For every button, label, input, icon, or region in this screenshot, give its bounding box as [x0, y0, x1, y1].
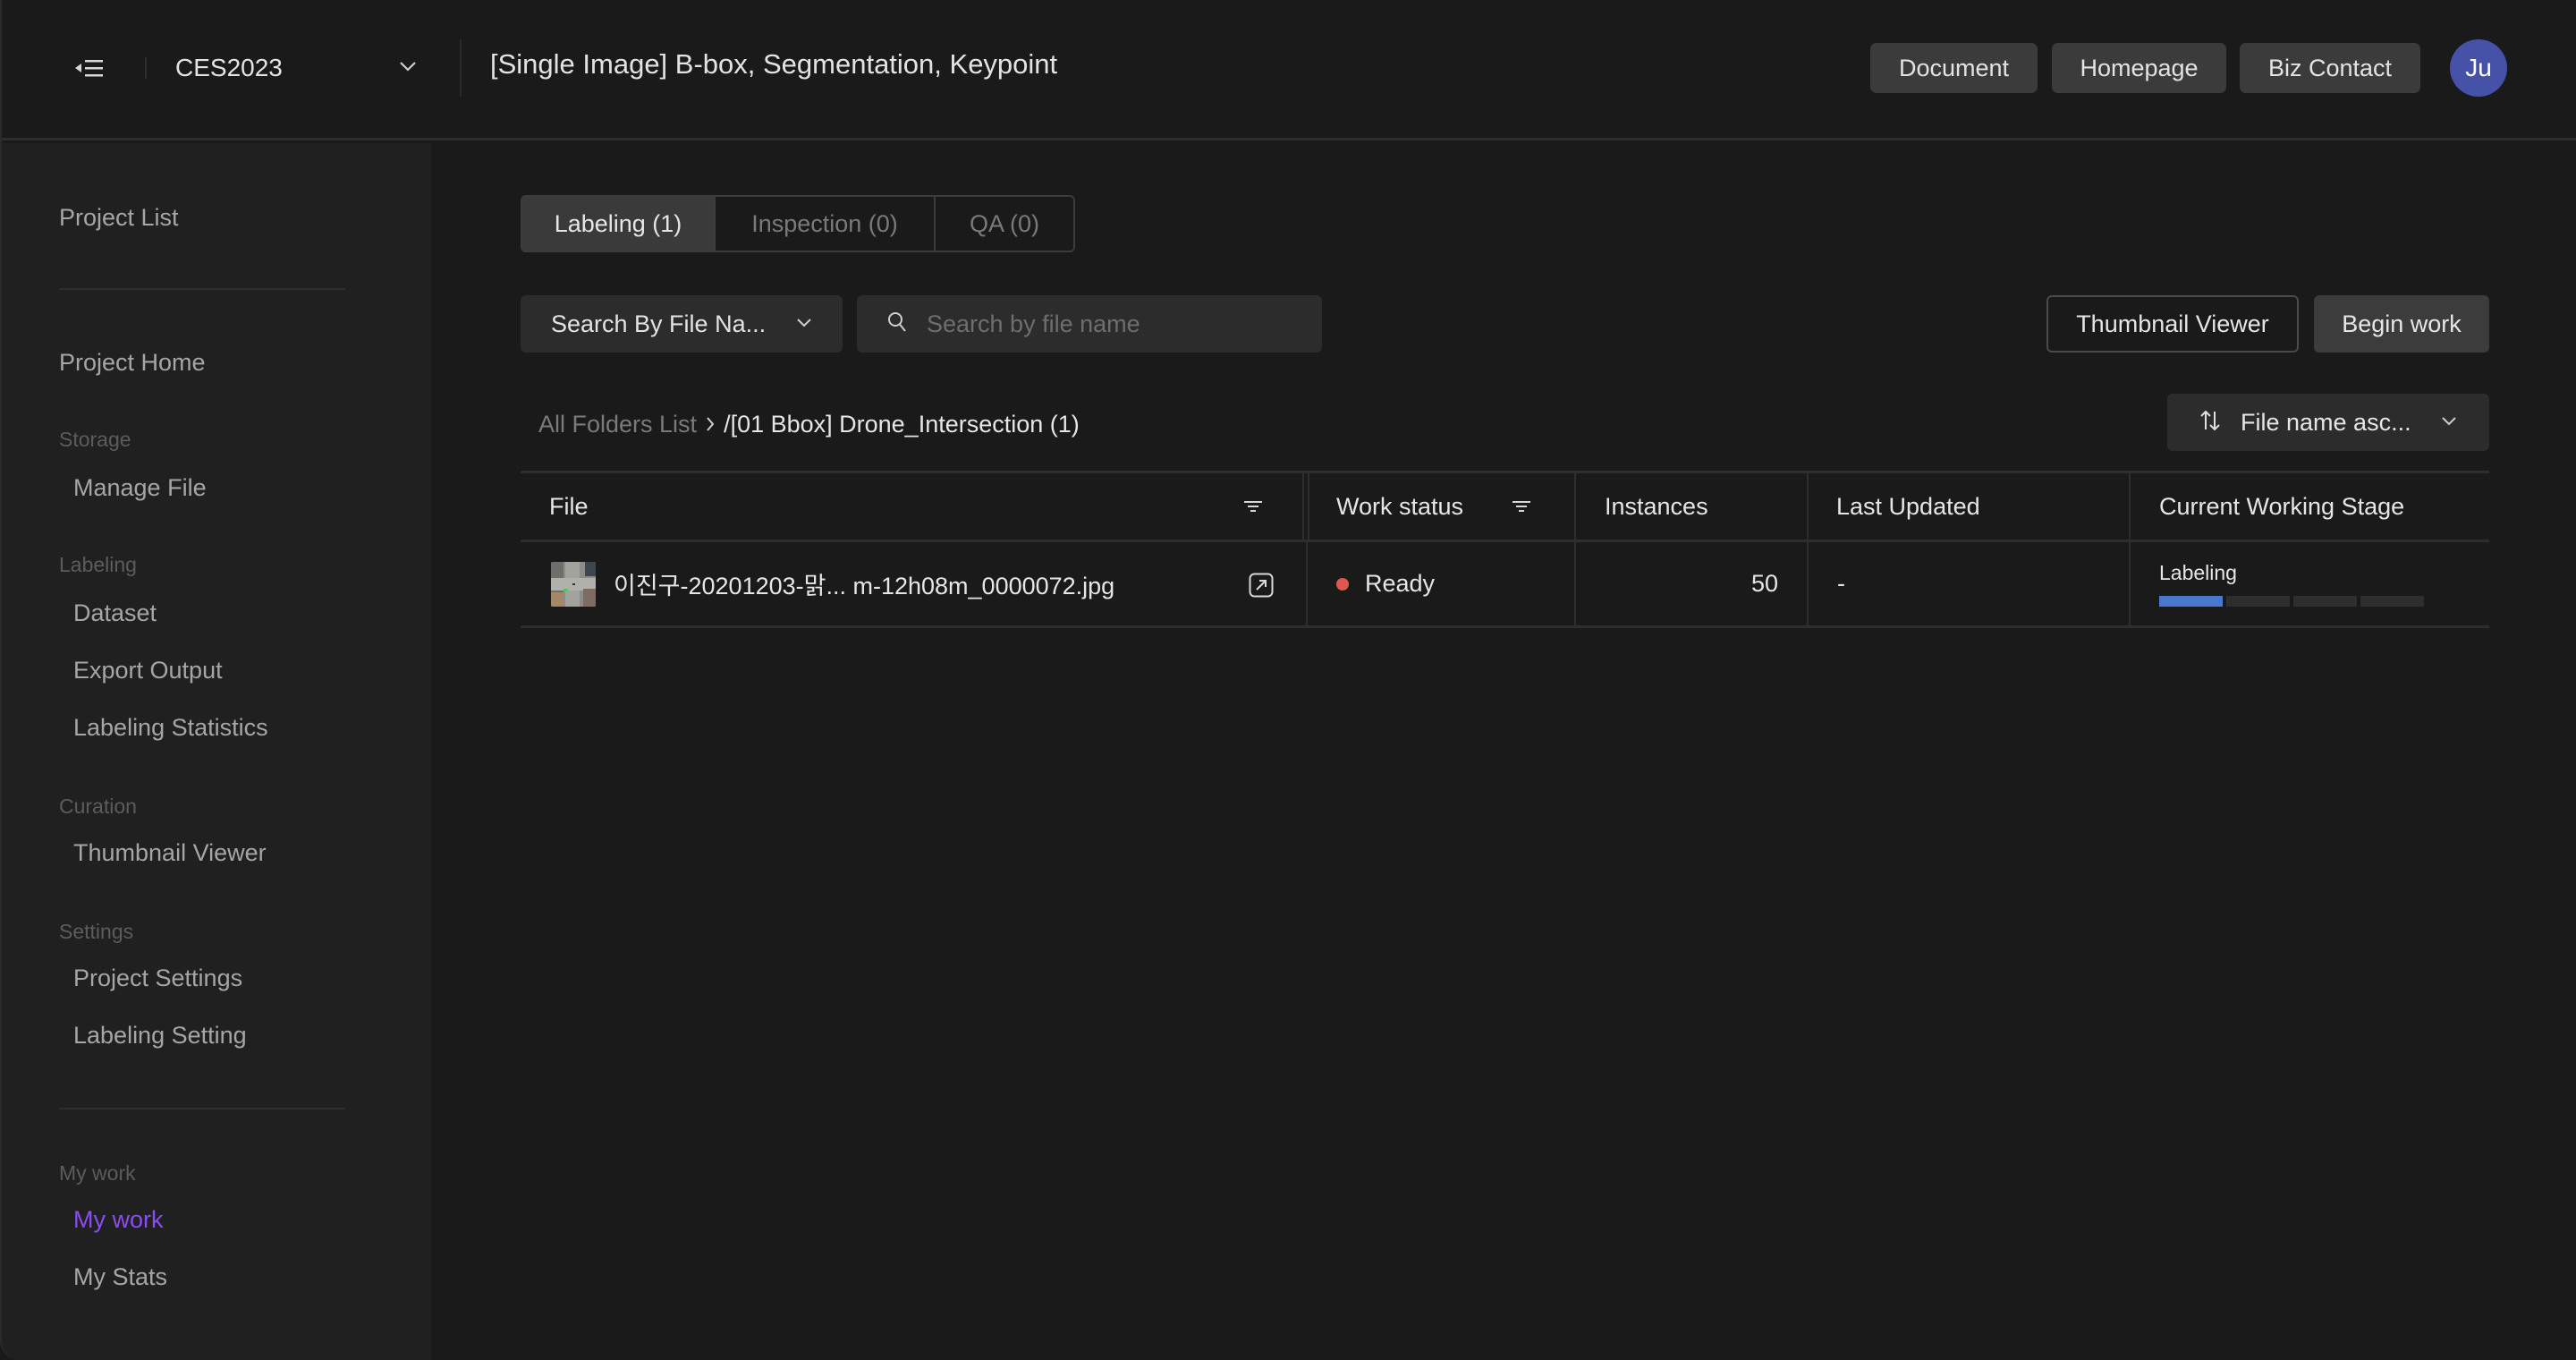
collapse-sidebar-icon[interactable] — [73, 55, 106, 81]
stage-progress-segment — [2360, 596, 2424, 607]
column-header-current-working-stage: Current Working Stage — [2159, 492, 2405, 520]
file-name[interactable]: 이진구-20201203-맑... m-12h08m_0000072.jpg — [614, 566, 1114, 601]
sidebar-item-project-home[interactable]: Project Home — [59, 349, 206, 377]
filter-icon[interactable] — [1243, 473, 1263, 540]
document-button[interactable]: Document — [1870, 43, 2038, 93]
top-header: CES2023 [Single Image] B-box, Segmentati… — [2, 0, 2576, 140]
table-row[interactable]: 이진구-20201203-맑... m-12h08m_0000072.jpg R… — [521, 542, 2489, 628]
column-header-work-status: Work status — [1336, 492, 1464, 520]
sidebar-group-curation: Curation — [59, 795, 137, 818]
stage-progress-segment — [2226, 596, 2290, 607]
sidebar-item-my-work[interactable]: My work — [73, 1206, 164, 1234]
column-divider — [1807, 542, 1809, 625]
stage-label: Labeling — [2159, 561, 2237, 584]
search-type-dropdown[interactable]: Search By File Na... — [521, 295, 843, 353]
search-icon — [887, 311, 907, 337]
sort-arrows-icon — [2199, 409, 2221, 437]
open-external-icon[interactable] — [1249, 573, 1274, 598]
sort-dropdown[interactable]: File name asc... — [2167, 394, 2489, 451]
file-table: File Work status Instances Last Updated … — [521, 471, 2489, 628]
sidebar-item-export-output[interactable]: Export Output — [73, 657, 223, 684]
sidebar-item-project-settings[interactable]: Project Settings — [73, 965, 242, 992]
breadcrumb-root-link[interactable]: All Folders List — [538, 411, 697, 438]
homepage-button[interactable]: Homepage — [2052, 43, 2226, 93]
search-input[interactable] — [927, 310, 1302, 338]
working-stage-cell: Labeling — [2159, 542, 2424, 625]
column-divider — [1306, 542, 1308, 625]
app-window: CES2023 [Single Image] B-box, Segmentati… — [0, 0, 2576, 1360]
sidebar-item-manage-file[interactable]: Manage File — [73, 474, 207, 502]
sidebar-group-settings: Settings — [59, 920, 134, 943]
stage-progress-segment — [2293, 596, 2357, 607]
header-divider — [145, 57, 147, 79]
last-updated-cell: - — [1837, 570, 1845, 597]
stage-tabs: Labeling (1) Inspection (0) QA (0) — [521, 195, 1075, 252]
search-box — [857, 295, 1322, 353]
sidebar-item-thumbnail-viewer[interactable]: Thumbnail Viewer — [73, 839, 267, 867]
stage-progress — [2159, 596, 2424, 607]
page-title: [Single Image] B-box, Segmentation, Keyp… — [490, 48, 1058, 80]
tab-labeling[interactable]: Labeling (1) — [522, 197, 716, 251]
filter-icon[interactable] — [1512, 473, 1531, 540]
thumbnail-viewer-button[interactable]: Thumbnail Viewer — [2046, 295, 2299, 353]
search-type-label: Search By File Na... — [551, 310, 767, 337]
sidebar-item-labeling-setting[interactable]: Labeling Setting — [73, 1022, 247, 1050]
table-header: File Work status Instances Last Updated … — [521, 471, 2489, 542]
column-divider — [1807, 473, 1809, 540]
work-status-cell: Ready — [1336, 542, 1435, 625]
breadcrumb: All Folders List /[01 Bbox] Drone_Inters… — [538, 408, 1080, 440]
tab-qa[interactable]: QA (0) — [936, 197, 1073, 251]
chevron-down-icon — [2441, 414, 2457, 430]
column-header-last-updated: Last Updated — [1836, 492, 1980, 520]
begin-work-button[interactable]: Begin work — [2314, 295, 2489, 353]
tab-inspection[interactable]: Inspection (0) — [716, 197, 936, 251]
column-divider — [1574, 473, 1576, 540]
breadcrumb-current-folder: /[01 Bbox] Drone_Intersection (1) — [724, 410, 1080, 438]
status-badge: Ready — [1365, 570, 1436, 597]
status-dot — [1336, 577, 1349, 591]
biz-contact-button[interactable]: Biz Contact — [2240, 43, 2420, 93]
column-divider — [1308, 473, 1309, 540]
sidebar-item-project-list[interactable]: Project List — [59, 204, 179, 232]
sidebar-item-dataset[interactable]: Dataset — [73, 599, 157, 627]
column-divider[interactable] — [1302, 473, 1304, 540]
sidebar-item-my-stats[interactable]: My Stats — [73, 1263, 167, 1291]
file-cell: 이진구-20201203-맑... m-12h08m_0000072.jpg — [551, 542, 1114, 625]
sidebar-group-my-work: My work — [59, 1161, 136, 1185]
file-thumbnail — [551, 561, 596, 607]
sidebar-item-labeling-statistics[interactable]: Labeling Statistics — [73, 714, 268, 742]
chevron-right-icon — [706, 416, 715, 432]
sidebar-group-labeling: Labeling — [59, 553, 137, 576]
project-selector[interactable]: CES2023 — [175, 50, 417, 86]
avatar[interactable]: Ju — [2450, 39, 2507, 97]
column-divider — [2129, 473, 2131, 540]
column-header-file: File — [549, 492, 589, 520]
chevron-down-icon — [796, 316, 812, 332]
sidebar-divider — [59, 288, 345, 290]
instances-cell: 50 — [1750, 570, 1778, 597]
project-name: CES2023 — [175, 54, 283, 81]
sort-label: File name asc... — [2241, 408, 2411, 436]
column-header-instances: Instances — [1605, 492, 1708, 520]
chevron-down-icon — [399, 60, 417, 76]
header-divider — [460, 39, 462, 97]
sidebar-divider — [59, 1108, 345, 1109]
column-divider — [2129, 542, 2131, 625]
sidebar: Project List Project Home Storage Manage… — [2, 143, 431, 1360]
stage-progress-segment — [2159, 596, 2223, 607]
sidebar-group-storage: Storage — [59, 428, 131, 451]
